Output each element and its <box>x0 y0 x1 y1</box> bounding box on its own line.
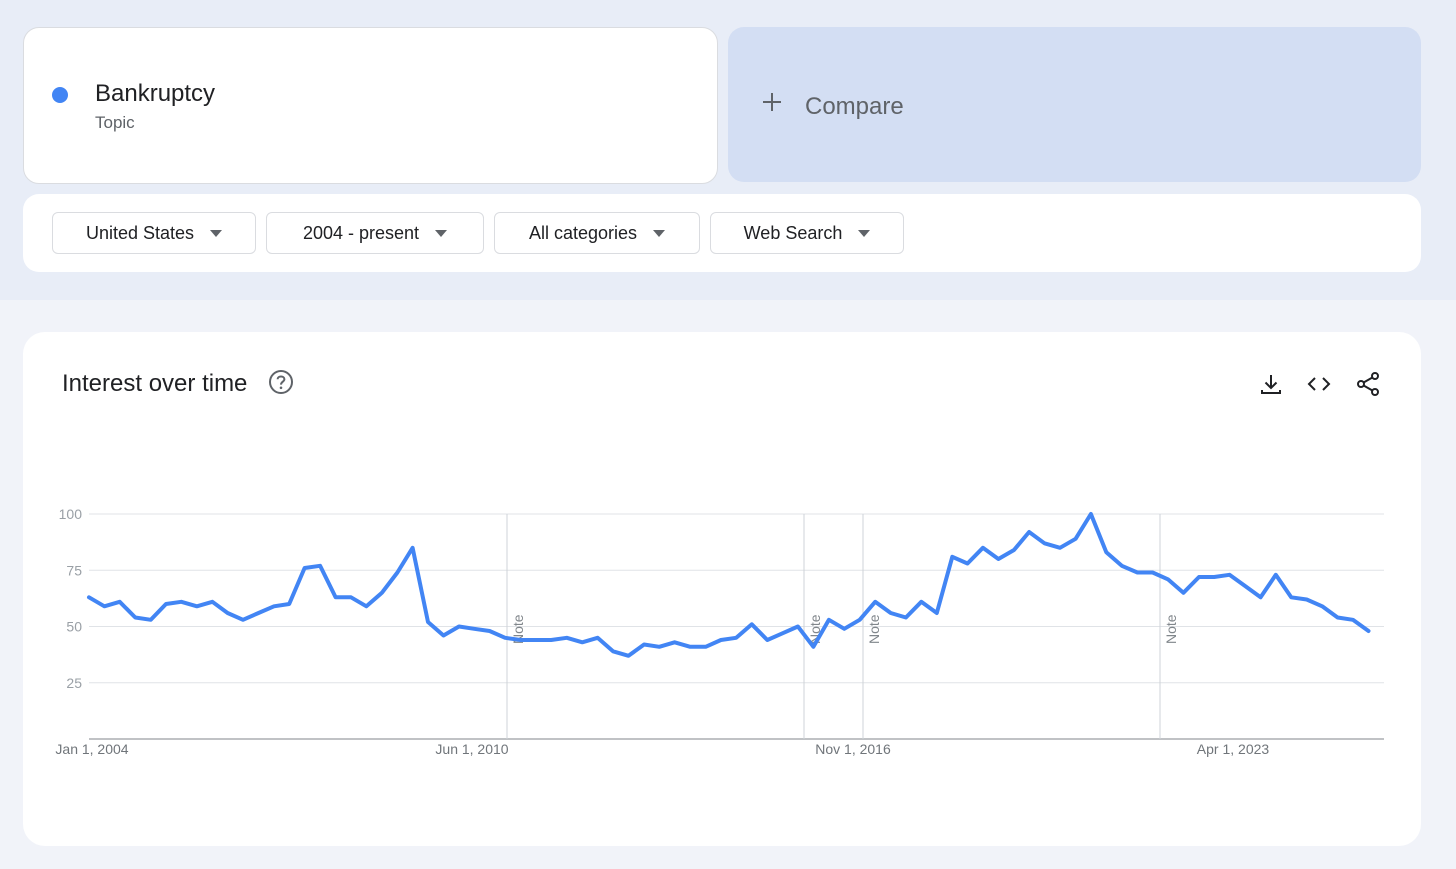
x-tick-label: Jun 1, 2010 <box>435 741 508 757</box>
y-tick-label: 50 <box>66 619 82 635</box>
y-tick-label: 25 <box>66 675 82 691</box>
y-tick-label: 75 <box>66 562 82 578</box>
x-tick-label: Nov 1, 2016 <box>815 741 891 757</box>
x-tick-label: Apr 1, 2023 <box>1197 741 1270 757</box>
note-annotation[interactable]: Note <box>866 614 882 644</box>
y-tick-label: 100 <box>59 506 83 522</box>
x-tick-label: Jan 1, 2004 <box>55 741 128 757</box>
interest-chart: 100 75 50 25 Jan 1, 2004 Jun 1, 2010 Nov 1, 2… <box>55 506 1384 757</box>
note-annotation[interactable]: Note <box>1163 614 1179 644</box>
